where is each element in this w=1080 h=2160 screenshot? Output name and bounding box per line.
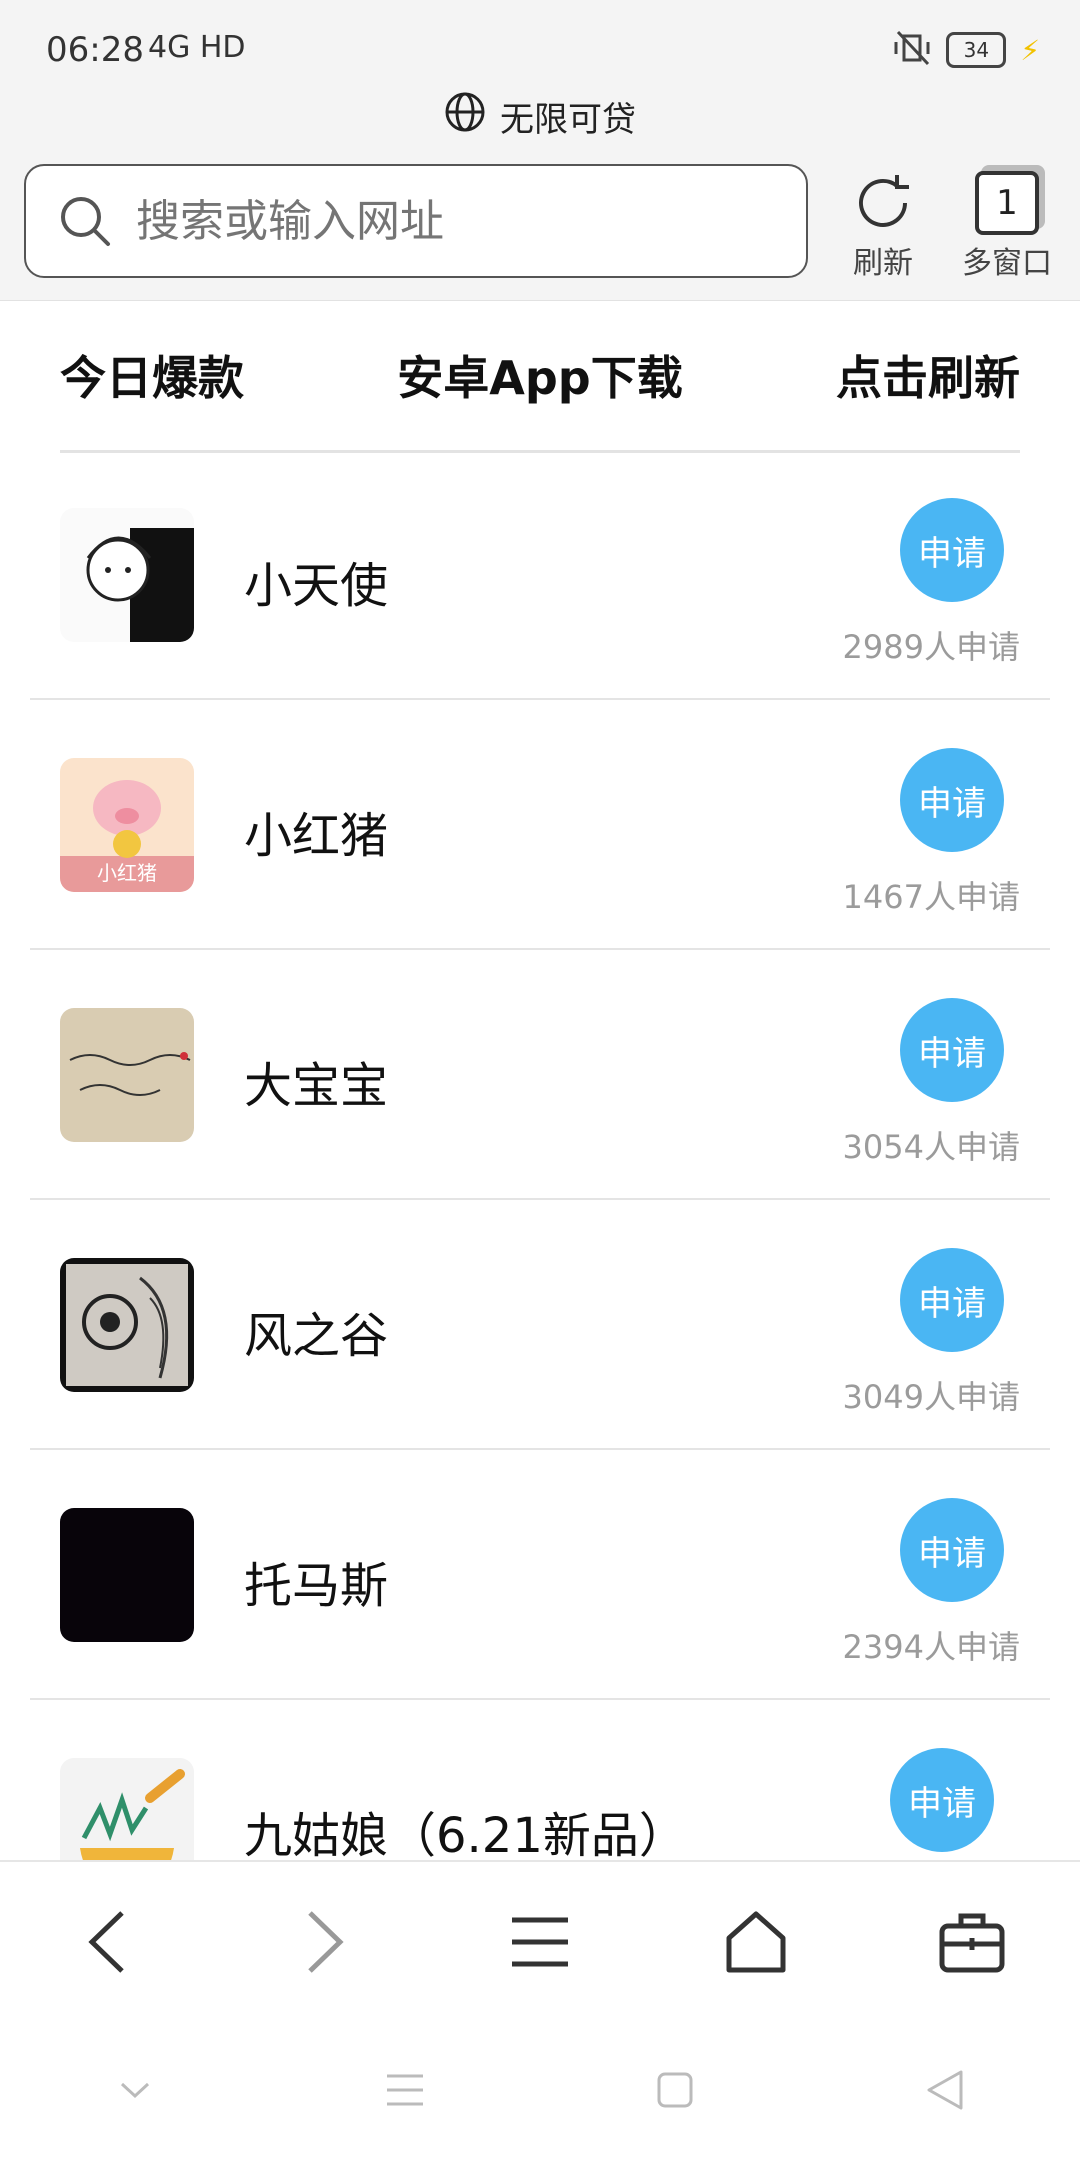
chevron-down-icon	[120, 2082, 150, 2099]
tab-android-download[interactable]: 安卓App下载	[397, 342, 682, 408]
apply-button[interactable]: 申请	[900, 498, 1004, 602]
home-icon	[726, 1911, 786, 1973]
multi-window-label: 多窗口	[962, 246, 1052, 281]
collapse-button[interactable]	[75, 2030, 195, 2150]
item-name: 小红猪	[244, 808, 389, 864]
list-item[interactable]: 风之谷 申请 3049人申请	[30, 1200, 1050, 1450]
status-bar: 06:28 4G HD 34 ⚡	[0, 0, 1080, 100]
apply-count: 3049人申请	[842, 1378, 1020, 1416]
tab-today-hot[interactable]: 今日爆款	[60, 342, 244, 408]
list-item[interactable]: 小红猪 小红猪 申请 1467人申请	[30, 700, 1050, 950]
status-right-group: 34 ⚡	[892, 30, 1040, 70]
charging-icon: ⚡	[1020, 33, 1040, 67]
handwriting-icon	[60, 1008, 194, 1142]
list-item[interactable]: 大宝宝 申请 3054人申请	[30, 950, 1050, 1200]
back-button[interactable]	[48, 1882, 168, 2002]
item-name: 九姑娘（6.21新品）	[244, 1808, 687, 1860]
recents-button[interactable]	[345, 2030, 465, 2150]
search-input[interactable]	[134, 194, 778, 248]
mortar-herbs-icon	[60, 1758, 194, 1860]
black-square-icon	[60, 1508, 194, 1642]
apply-button[interactable]: 申请	[890, 1748, 994, 1852]
refresh-icon	[848, 168, 918, 238]
mute-vibrate-icon	[892, 30, 932, 70]
system-back-button[interactable]	[885, 2030, 1005, 2150]
list-item[interactable]: 托马斯 申请 2394人申请	[30, 1450, 1050, 1700]
multi-window-button[interactable]: 1 多窗口	[962, 168, 1052, 282]
menu-icon	[512, 1917, 568, 1967]
toolbox-icon	[939, 1913, 1005, 1973]
item-name: 风之谷	[244, 1308, 389, 1364]
refresh-label: 刷新	[853, 246, 913, 281]
browser-bottom-nav	[0, 1860, 1080, 2022]
apply-button[interactable]: 申请	[900, 1498, 1004, 1602]
item-name: 大宝宝	[244, 1058, 389, 1114]
list-item[interactable]: 九姑娘（6.21新品） 申请	[30, 1700, 1050, 1860]
apply-button[interactable]: 申请	[900, 748, 1004, 852]
windows-icon: 1	[972, 168, 1042, 238]
app-list: 小天使 申请 2989人申请 小红猪 小红猪 申请 1467人申请 大宝宝 申请…	[30, 450, 1050, 1860]
refresh-button[interactable]: 刷新	[848, 168, 918, 282]
apply-count: 1467人申请	[842, 878, 1020, 916]
apply-button[interactable]: 申请	[900, 998, 1004, 1102]
browser-toolbar: 刷新 1 多窗口	[0, 146, 1080, 301]
status-time: 06:28	[46, 30, 144, 70]
square-icon	[657, 2072, 693, 2108]
search-icon	[61, 197, 110, 246]
apply-count: 2394人申请	[842, 1628, 1020, 1666]
apply-count: 2989人申请	[842, 628, 1020, 666]
search-box[interactable]	[24, 164, 808, 278]
forward-arrow-icon	[308, 1911, 344, 1973]
back-arrow-icon	[88, 1911, 124, 1973]
battery-icon: 34	[946, 32, 1007, 68]
globe-icon	[444, 91, 486, 142]
home-button[interactable]	[696, 1882, 816, 2002]
page-title: 无限可贷	[500, 99, 636, 140]
toolbox-button[interactable]	[912, 1882, 1032, 2002]
recents-menu-icon	[387, 2074, 423, 2106]
svg-text:小红猪: 小红猪	[97, 861, 157, 885]
red-pig-icon: 小红猪	[60, 758, 194, 892]
item-name: 托马斯	[244, 1558, 389, 1614]
page-title-row: 无限可贷	[0, 86, 1080, 146]
category-tabs: 今日爆款 安卓App下载 点击刷新	[60, 300, 1020, 453]
network-indicator: 4G HD	[148, 30, 246, 65]
owl-drawing-icon	[60, 1258, 194, 1392]
menu-button[interactable]	[480, 1882, 600, 2002]
forward-button[interactable]	[264, 1882, 384, 2002]
anime-girl-icon	[60, 508, 194, 642]
system-nav-bar	[0, 2020, 1080, 2160]
list-item[interactable]: 小天使 申请 2989人申请	[30, 450, 1050, 700]
triangle-back-icon	[927, 2070, 963, 2110]
apply-count: 3054人申请	[842, 1128, 1020, 1166]
tab-click-refresh[interactable]: 点击刷新	[836, 342, 1020, 408]
item-name: 小天使	[244, 558, 389, 614]
apply-button[interactable]: 申请	[900, 1248, 1004, 1352]
system-home-button[interactable]	[615, 2030, 735, 2150]
window-count: 1	[975, 171, 1039, 235]
